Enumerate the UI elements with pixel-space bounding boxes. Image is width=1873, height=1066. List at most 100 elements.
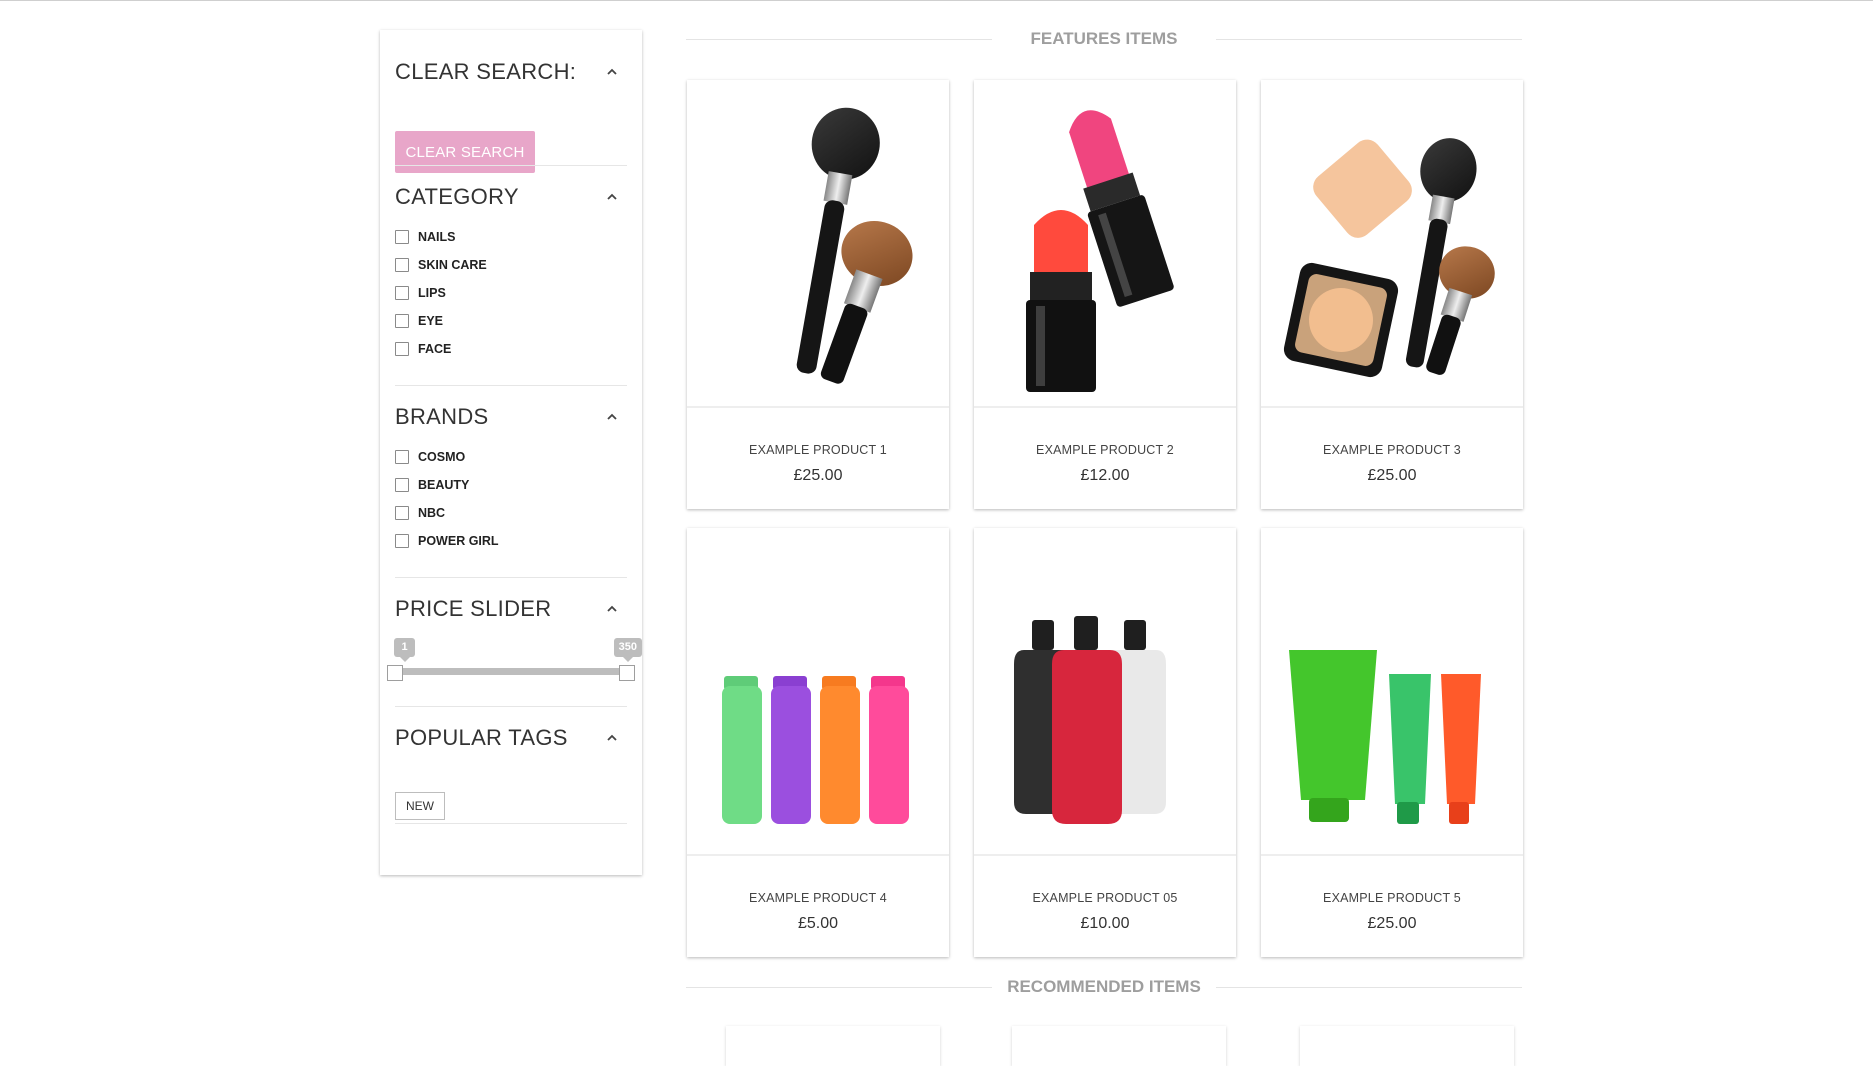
brands-header[interactable]: BRANDS [395,402,627,432]
brands-section: BRANDS COSMO BEAUTY NBC POWER GIRL [395,402,627,592]
chevron-up-icon[interactable] [605,65,619,79]
max-slider-handle[interactable] [619,665,635,681]
brand-label: POWER GIRL [418,534,499,548]
product-card[interactable]: EXAMPLE PRODUCT 4 £5.00 [687,528,949,957]
category-item-face[interactable]: FACE [395,335,487,363]
product-price: £10.00 [1080,915,1130,932]
clear-search-title: CLEAR SEARCH: [395,59,577,84]
product-price: £25.00 [793,467,843,484]
category-item-nails[interactable]: NAILS [395,223,487,251]
divider [395,165,627,166]
brand-label: NBC [418,506,446,520]
card-divider [1261,406,1523,408]
product-image-makeup-brushes[interactable] [687,80,949,406]
checkbox[interactable] [395,450,409,464]
divider [395,823,627,824]
chevron-up-icon[interactable] [605,731,619,745]
card-divider [974,854,1236,856]
product-card[interactable]: EXAMPLE PRODUCT 3 £25.00 [1261,80,1523,509]
category-title: CATEGORY [395,184,519,209]
brand-item-cosmo[interactable]: COSMO [395,443,499,471]
card-divider [1261,854,1523,856]
product-name[interactable]: EXAMPLE PRODUCT 05 [974,891,1236,905]
product-image-cream-tubes[interactable] [1261,528,1523,854]
popular-tags-section: POPULAR TAGS NEW [395,723,627,833]
category-item-skin-care[interactable]: SKIN CARE [395,251,487,279]
divider [395,577,627,578]
product-name[interactable]: EXAMPLE PRODUCT 5 [1261,891,1523,905]
price-slider-section: PRICE SLIDER 1 350 [387,594,642,734]
product-name[interactable]: EXAMPLE PRODUCT 3 [1261,443,1523,457]
checkbox[interactable] [395,506,409,520]
category-list: NAILS SKIN CARE LIPS EYE FACE [395,223,487,363]
popular-tags-header[interactable]: POPULAR TAGS [395,723,627,753]
filter-sidebar: CLEAR SEARCH: CLEAR SEARCH CATEGORY NAIL… [380,30,642,875]
recommended-card[interactable] [1300,1026,1514,1066]
brand-item-power-girl[interactable]: POWER GIRL [395,527,499,555]
recommended-card[interactable] [726,1026,940,1066]
divider [395,706,627,707]
min-value-tooltip: 1 [394,638,415,662]
max-value-tooltip: 350 [613,638,642,662]
product-price: £12.00 [1080,467,1130,484]
price-slider-title: PRICE SLIDER [395,596,552,621]
slider-track[interactable] [395,668,627,675]
category-label: FACE [418,342,452,356]
price-range-slider[interactable]: 1 350 [387,638,642,698]
product-image-colorful-bottles[interactable] [687,528,949,854]
card-divider [974,406,1236,408]
chevron-up-icon[interactable] [605,190,619,204]
checkbox[interactable] [395,342,409,356]
clear-search-button[interactable]: CLEAR SEARCH [395,131,535,173]
checkbox[interactable] [395,230,409,244]
checkbox[interactable] [395,478,409,492]
product-price: £25.00 [1367,915,1417,932]
card-divider [687,406,949,408]
card-divider [687,854,949,856]
brand-item-nbc[interactable]: NBC [395,499,499,527]
checkbox[interactable] [395,534,409,548]
price-slider-header[interactable]: PRICE SLIDER [395,594,627,624]
recommended-heading-text: RECOMMENDED ITEMS [1007,977,1201,996]
chevron-up-icon[interactable] [605,410,619,424]
category-section: CATEGORY NAILS SKIN CARE LIPS EYE FACE [395,182,627,392]
features-heading-text: FEATURES ITEMS [1030,29,1178,48]
min-slider-handle[interactable] [387,665,403,681]
product-name[interactable]: EXAMPLE PRODUCT 4 [687,891,949,905]
product-name[interactable]: EXAMPLE PRODUCT 1 [687,443,949,457]
tag-new[interactable]: NEW [395,792,445,820]
product-card[interactable]: EXAMPLE PRODUCT 1 £25.00 [687,80,949,509]
clear-search-section: CLEAR SEARCH: CLEAR SEARCH [395,57,627,177]
brand-label: COSMO [418,450,466,464]
checkbox[interactable] [395,286,409,300]
category-item-lips[interactable]: LIPS [395,279,487,307]
chevron-up-icon[interactable] [605,602,619,616]
divider [395,385,627,386]
recommended-heading: RECOMMENDED ITEMS [686,975,1522,999]
category-label: SKIN CARE [418,258,487,272]
category-label: EYE [418,314,444,328]
checkbox[interactable] [395,258,409,272]
clear-search-header[interactable]: CLEAR SEARCH: [395,57,627,87]
product-image-lipsticks[interactable] [974,80,1236,406]
popular-tags-title: POPULAR TAGS [395,725,568,750]
product-card[interactable]: EXAMPLE PRODUCT 5 £25.00 [1261,528,1523,957]
brands-list: COSMO BEAUTY NBC POWER GIRL [395,443,499,555]
recommended-card[interactable] [1012,1026,1226,1066]
product-name[interactable]: EXAMPLE PRODUCT 2 [974,443,1236,457]
product-image-lotion-bottles[interactable] [974,528,1236,854]
brands-title: BRANDS [395,404,489,429]
category-label: NAILS [418,230,456,244]
category-label: LIPS [418,286,446,300]
category-item-eye[interactable]: EYE [395,307,487,335]
product-price: £5.00 [797,915,839,932]
product-card[interactable]: EXAMPLE PRODUCT 05 £10.00 [974,528,1236,957]
features-heading: FEATURES ITEMS [686,27,1522,51]
brand-label: BEAUTY [418,478,470,492]
category-header[interactable]: CATEGORY [395,182,627,212]
product-card[interactable]: EXAMPLE PRODUCT 2 £12.00 [974,80,1236,509]
brand-item-beauty[interactable]: BEAUTY [395,471,499,499]
checkbox[interactable] [395,314,409,328]
product-price: £25.00 [1367,467,1417,484]
product-image-compact-powder-and-brushes[interactable] [1261,80,1523,406]
